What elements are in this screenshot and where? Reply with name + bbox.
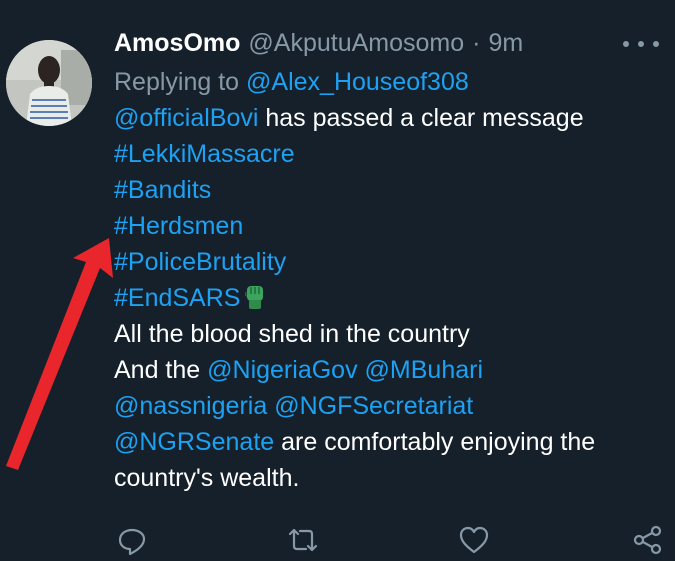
mention-link[interactable]: @nassnigeria [114, 392, 267, 420]
hashtag-link[interactable]: #Herdsmen [114, 212, 243, 240]
share-icon[interactable] [632, 524, 664, 556]
tweet-time[interactable]: 9m [488, 29, 523, 58]
mention-link[interactable]: @NGFSecretariat [274, 392, 473, 420]
hashtag-link[interactable]: #LekkiMassacre [114, 140, 295, 168]
tweet-text: And the [114, 356, 208, 384]
tweet-actions [0, 518, 675, 556]
tweet[interactable]: AmosOmo @AkputuAmosomo · 9m Replying to … [0, 0, 675, 556]
reply-context: Replying to @Alex_Houseof308 [114, 64, 664, 100]
user-handle[interactable]: @AkputuAmosomo [248, 29, 464, 58]
hashtag-link[interactable]: #PoliceBrutality [114, 248, 286, 276]
tweet-content: AmosOmo @AkputuAmosomo · 9m Replying to … [114, 22, 664, 496]
retweet-icon[interactable] [286, 524, 318, 556]
like-icon[interactable] [458, 524, 490, 556]
tweet-line: #EndSARS [114, 280, 664, 316]
tweet-line: #Herdsmen [114, 208, 664, 244]
mention-link[interactable]: @officialBovi [114, 104, 258, 132]
hashtag-link[interactable]: #Bandits [114, 176, 211, 204]
reply-to-link[interactable]: @Alex_Houseof308 [246, 68, 469, 96]
mention-link[interactable]: @NigeriaGov [207, 356, 357, 384]
tweet-line: country's wealth. [114, 464, 300, 492]
reply-icon[interactable] [116, 524, 148, 556]
avatar[interactable] [6, 40, 92, 126]
separator-dot: · [472, 28, 481, 57]
tweet-line: #LekkiMassacre [114, 136, 664, 172]
tweet-header: AmosOmo @AkputuAmosomo · 9m [114, 22, 664, 64]
reply-prefix: Replying to [114, 68, 240, 96]
tweet-line: @nassnigeria @NGFSecretariat [114, 388, 664, 424]
display-name[interactable]: AmosOmo [114, 29, 240, 58]
tweet-line: #PoliceBrutality [114, 244, 664, 280]
tweet-line: #Bandits [114, 172, 664, 208]
raised-fist-green-icon [244, 284, 266, 320]
tweet-line: @NGRSenate are comfortably enjoying the [114, 424, 664, 460]
tweet-line: All the blood shed in the country [114, 320, 470, 348]
tweet-line: And the @NigeriaGov @MBuhari [114, 352, 664, 388]
tweet-line: @officialBovi has passed a clear message [114, 100, 664, 136]
more-icon[interactable] [623, 34, 659, 54]
tweet-text: has passed a clear message [258, 104, 584, 132]
mention-link[interactable]: @NGRSenate [114, 428, 274, 456]
mention-link[interactable]: @MBuhari [365, 356, 483, 384]
tweet-text: are comfortably enjoying the [274, 428, 596, 456]
hashtag-link[interactable]: #EndSARS [114, 284, 240, 312]
